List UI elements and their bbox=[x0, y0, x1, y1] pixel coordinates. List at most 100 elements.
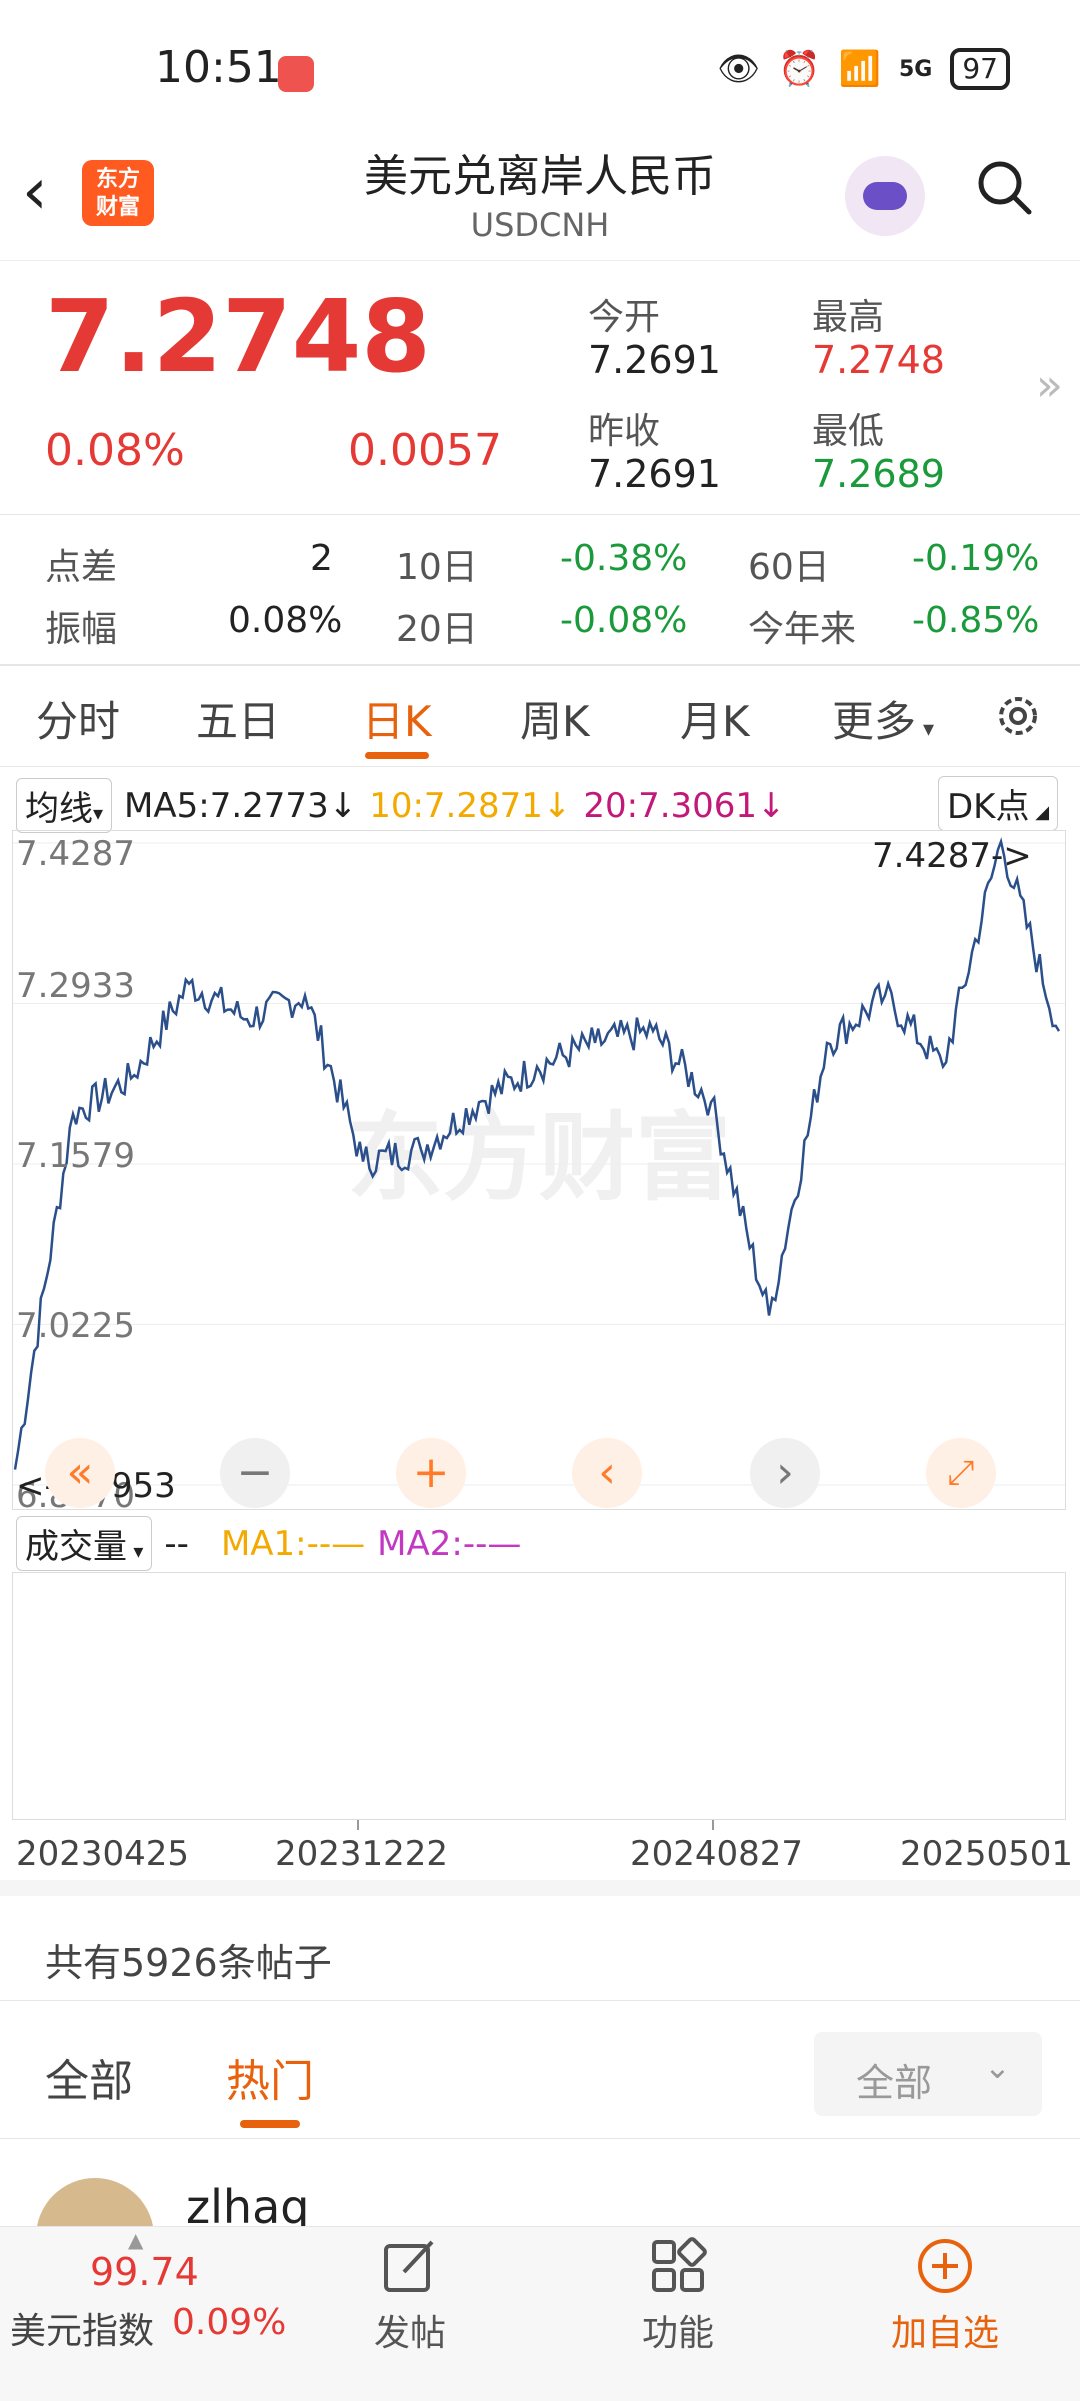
ma20-value: 20:7.3061↓ bbox=[583, 785, 786, 826]
post-filter-select[interactable]: 全部 ⌄ bbox=[814, 2032, 1042, 2116]
chevron-right-icon[interactable]: » bbox=[1036, 360, 1063, 411]
divider bbox=[0, 766, 1080, 767]
plus-circle-icon bbox=[918, 2239, 972, 2293]
prev-close-label: 昨收 bbox=[588, 411, 661, 452]
post-label: 发帖 bbox=[373, 2313, 446, 2354]
volume-legend: 成交量 ▾ -- MA1:--— MA2:--— bbox=[16, 1516, 521, 1571]
functions-button[interactable]: 功能 bbox=[618, 2236, 738, 2356]
tab-monthly-k[interactable]: 月K bbox=[680, 688, 750, 749]
tab-hot-posts[interactable]: 热门 bbox=[226, 2045, 314, 2109]
ma-selector-label: 均线 bbox=[25, 789, 93, 829]
zoom-in-icon[interactable]: + bbox=[396, 1438, 466, 1508]
chart-gridlines bbox=[13, 842, 1065, 1486]
tab-five-day[interactable]: 五日 bbox=[196, 688, 280, 749]
fullscreen-icon[interactable]: ⤢ bbox=[926, 1438, 996, 1508]
ma10-value: 10:7.2871↓ bbox=[369, 785, 572, 826]
d10-value: -0.38% bbox=[560, 538, 688, 579]
ma-selector[interactable]: 均线▾ bbox=[16, 778, 113, 833]
tab-weekly-k[interactable]: 周K bbox=[520, 688, 590, 749]
battery-icon: 97 bbox=[950, 48, 1010, 90]
prev-close-value: 7.2691 bbox=[588, 452, 721, 496]
volume-selector[interactable]: 成交量 ▾ bbox=[16, 1516, 153, 1571]
post-button[interactable]: 发帖 bbox=[350, 2236, 470, 2356]
caret-down-icon: ▾ bbox=[93, 801, 104, 825]
d60-label: 60日 bbox=[748, 547, 830, 588]
status-bar: 10:51 👁 ⏰ 📶 5G 97 bbox=[0, 0, 1080, 130]
chevron-left-icon[interactable]: ‹ bbox=[572, 1438, 642, 1508]
price-chart-svg: 东方财富 bbox=[13, 837, 1065, 1486]
x-tick-mark bbox=[712, 1820, 714, 1830]
y-tick: 7.2933 bbox=[16, 966, 135, 1006]
alarm-icon: ⏰ bbox=[778, 49, 821, 89]
price-chart[interactable]: 东方财富 bbox=[12, 830, 1066, 1510]
x-date: 20250501 bbox=[900, 1834, 1074, 1874]
d10-label: 10日 bbox=[396, 547, 478, 588]
x-date: 20240827 bbox=[630, 1834, 804, 1874]
current-price: 7.2748 bbox=[45, 278, 431, 395]
wifi-icon: 📶 bbox=[838, 49, 881, 89]
x-tick-mark bbox=[357, 1820, 359, 1830]
app-notification-icon bbox=[278, 56, 314, 92]
post-filter-label: 全部 bbox=[856, 2061, 933, 2105]
eye-icon: 👁 bbox=[717, 49, 761, 89]
zoom-out-icon[interactable]: − bbox=[220, 1438, 290, 1508]
caret-down-icon: ▾ bbox=[127, 1539, 144, 1563]
max-marker: 7.4287-> bbox=[872, 836, 1032, 876]
volume-ma2: MA2:--— bbox=[377, 1523, 522, 1564]
open-label: 今开 bbox=[588, 297, 661, 338]
spread-value: 2 bbox=[310, 538, 333, 579]
open-value: 7.2691 bbox=[588, 338, 721, 382]
tab-all-posts[interactable]: 全部 bbox=[45, 2045, 133, 2109]
index-name[interactable]: 美元指数 bbox=[10, 2302, 154, 2354]
high-value: 7.2748 bbox=[812, 338, 945, 382]
d60-value: -0.19% bbox=[912, 538, 1040, 579]
amplitude-label: 振幅 bbox=[45, 609, 118, 650]
volume-ma1: MA1:--— bbox=[220, 1523, 366, 1564]
functions-label: 功能 bbox=[641, 2313, 714, 2354]
ma5-value: MA5:7.2773↓ bbox=[124, 785, 358, 826]
x-date: 20231222 bbox=[275, 1834, 449, 1874]
watermark-text: 东方财富 bbox=[347, 1102, 731, 1214]
divider bbox=[0, 514, 1080, 515]
volume-value: -- bbox=[164, 1523, 189, 1564]
x-date: 20230425 bbox=[16, 1834, 190, 1874]
rewind-icon[interactable]: « bbox=[45, 1438, 115, 1508]
status-icons: 👁 ⏰ 📶 5G 97 bbox=[717, 48, 1010, 90]
network-label: 5G bbox=[898, 56, 933, 82]
d20-label: 20日 bbox=[396, 609, 478, 650]
tab-more[interactable]: 更多 ▾ bbox=[832, 688, 934, 749]
active-post-tab-indicator bbox=[240, 2120, 300, 2128]
search-icon[interactable] bbox=[975, 158, 1033, 216]
index-change: 0.09% bbox=[172, 2302, 287, 2343]
change-percent: 0.08% bbox=[45, 425, 185, 476]
index-value[interactable]: 99.74 bbox=[90, 2250, 199, 2294]
ytd-value: -0.85% bbox=[912, 600, 1040, 641]
amplitude-value: 0.08% bbox=[228, 600, 343, 641]
divider bbox=[0, 2000, 1080, 2001]
volume-chart[interactable] bbox=[12, 1572, 1066, 1820]
gear-icon[interactable] bbox=[992, 690, 1044, 742]
tab-daily-k[interactable]: 日K bbox=[362, 688, 432, 749]
chevron-down-icon: ⌄ bbox=[984, 2048, 1011, 2086]
robot-assistant-icon[interactable] bbox=[845, 156, 925, 236]
add-watchlist-button[interactable]: 加自选 bbox=[880, 2236, 1010, 2356]
caret-down-icon: ▾ bbox=[916, 717, 935, 742]
y-tick: 7.1579 bbox=[16, 1136, 135, 1176]
tab-intraday[interactable]: 分时 bbox=[36, 688, 120, 749]
chevron-right-icon[interactable]: › bbox=[750, 1438, 820, 1508]
change-amount: 0.0057 bbox=[348, 425, 502, 476]
edit-icon bbox=[384, 2240, 434, 2292]
dk-point-button[interactable]: DK点 ◢ bbox=[938, 776, 1059, 831]
low-label: 最低 bbox=[812, 411, 885, 452]
grid-icon bbox=[652, 2237, 707, 2292]
volume-selector-label: 成交量 bbox=[25, 1527, 127, 1567]
add-watchlist-label: 加自选 bbox=[890, 2313, 999, 2354]
dk-point-label: DK点 bbox=[947, 787, 1030, 827]
caret-up-icon: ▲ bbox=[128, 2228, 144, 2252]
y-tick: 7.4287 bbox=[16, 834, 135, 874]
spread-label: 点差 bbox=[45, 547, 118, 588]
post-count: 共有5926条帖子 bbox=[45, 1941, 332, 1985]
active-tab-indicator bbox=[365, 752, 429, 759]
d20-value: -0.08% bbox=[560, 600, 688, 641]
y-tick: 7.0225 bbox=[16, 1306, 135, 1346]
